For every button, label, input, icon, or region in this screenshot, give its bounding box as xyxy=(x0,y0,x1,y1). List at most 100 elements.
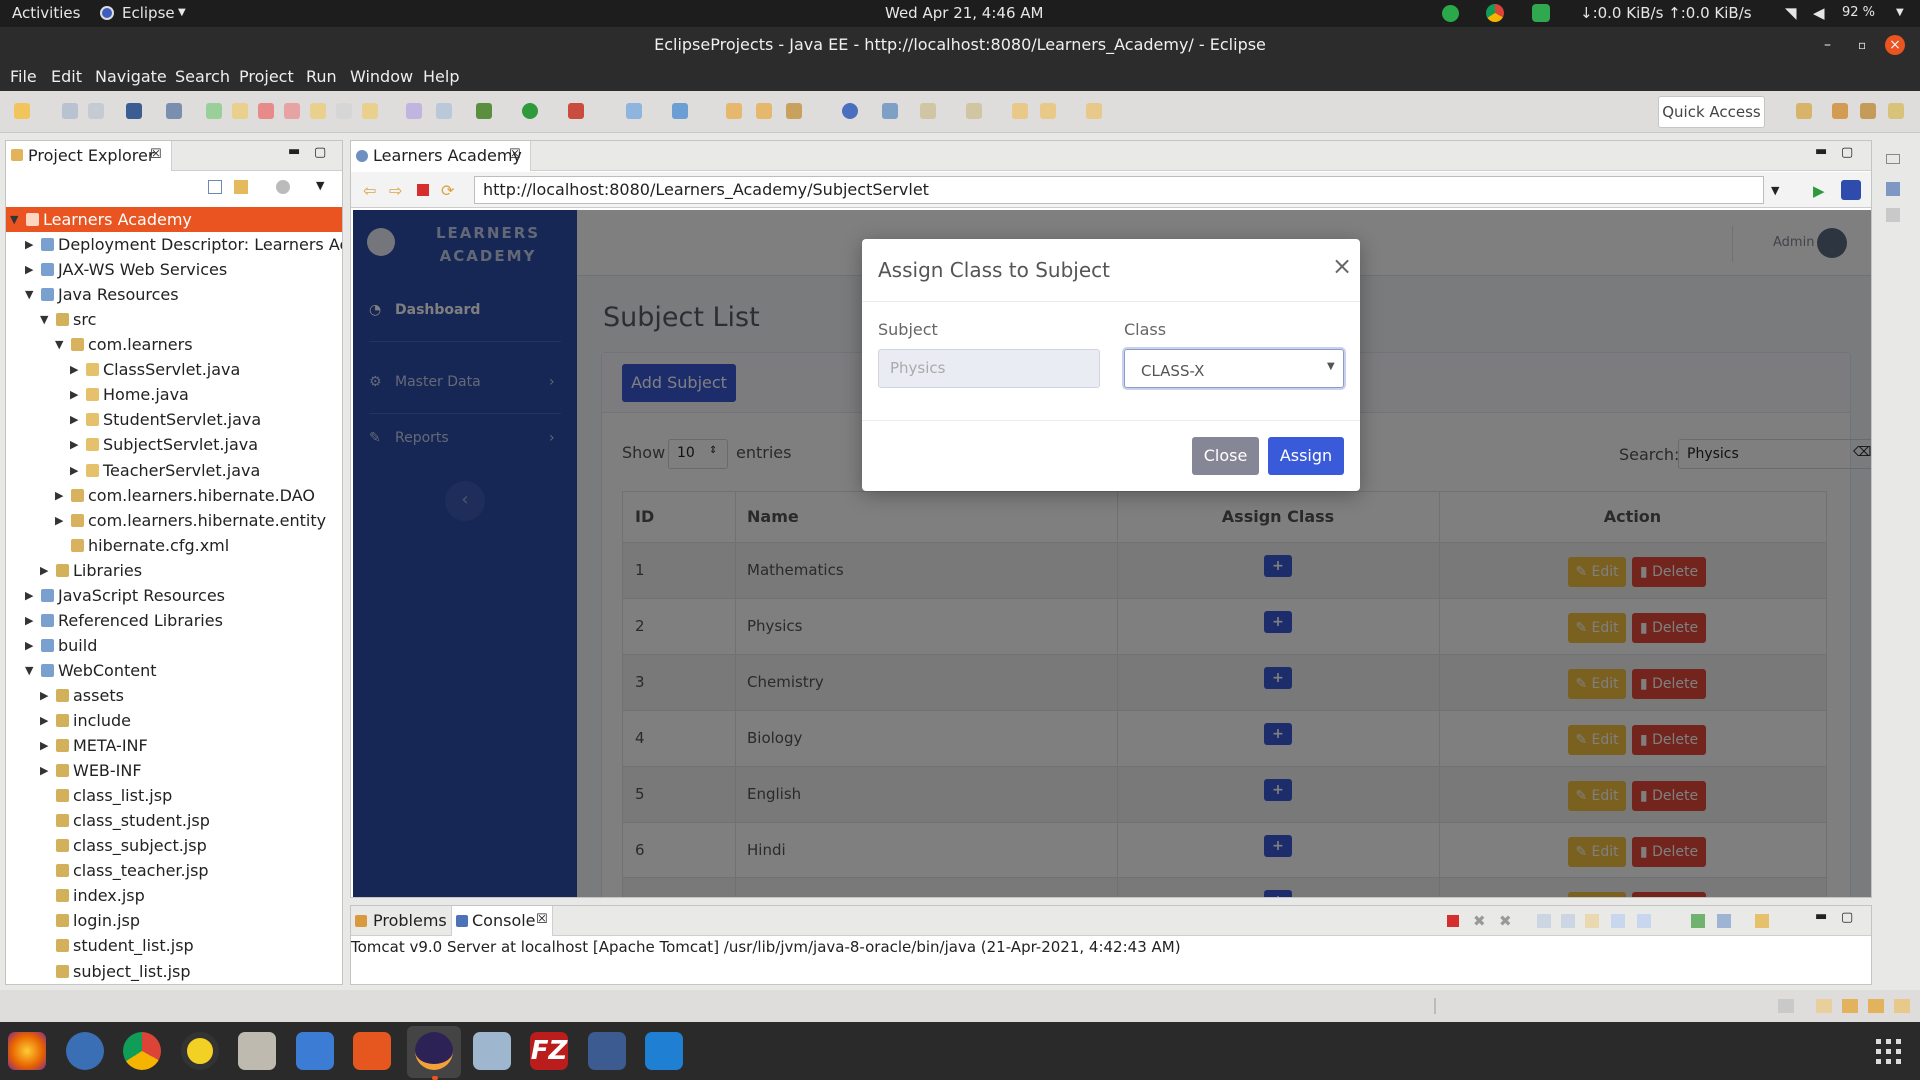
restore-icon[interactable] xyxy=(1886,154,1900,164)
minimize-icon[interactable]: ▬ xyxy=(288,144,300,159)
web-browser-icon[interactable] xyxy=(882,103,898,119)
open-perspective-icon[interactable] xyxy=(1796,103,1812,119)
status-icon[interactable] xyxy=(1894,999,1910,1013)
refresh-icon[interactable]: ⟳ xyxy=(441,181,454,200)
tab-problems[interactable]: Problems xyxy=(373,911,447,930)
collapsed-arrow-icon[interactable]: ▶ xyxy=(40,758,48,783)
chevron-down-icon[interactable]: ▼ xyxy=(1896,7,1904,18)
tree-item[interactable]: ▶ Referenced Libraries xyxy=(6,608,342,633)
terminal-icon[interactable] xyxy=(126,103,142,119)
back-icon[interactable]: ⇦ xyxy=(363,181,376,200)
menu-navigate[interactable]: Navigate xyxy=(95,67,167,86)
network-speed[interactable]: ↓:0.0 KiB/s ↑:0.0 KiB/s xyxy=(1580,4,1752,22)
collapsed-arrow-icon[interactable]: ▶ xyxy=(25,257,33,282)
clear-console-icon[interactable] xyxy=(1537,914,1551,928)
chrome-tray-icon[interactable] xyxy=(1486,4,1504,22)
pin-console-icon[interactable] xyxy=(1691,914,1705,928)
collapsed-arrow-icon[interactable]: ▶ xyxy=(70,432,78,457)
maximize-icon[interactable]: ▢ xyxy=(314,145,326,160)
menu-file[interactable]: File xyxy=(10,67,37,86)
drop-frame-icon[interactable] xyxy=(406,103,422,119)
menu-run[interactable]: Run xyxy=(306,67,337,86)
software-center-icon[interactable] xyxy=(353,1032,391,1070)
save-all-icon[interactable] xyxy=(88,103,104,119)
tree-item[interactable]: ▶ Libraries xyxy=(6,558,342,583)
minimize-icon[interactable]: – xyxy=(1824,27,1831,63)
expanded-arrow-icon[interactable]: ▼ xyxy=(25,282,33,307)
battery-status[interactable]: 92 % xyxy=(1842,5,1875,20)
collapsed-arrow-icon[interactable]: ▶ xyxy=(40,558,48,583)
step-into-icon[interactable] xyxy=(310,103,326,119)
tree-item[interactable]: ▼ WebContent xyxy=(6,658,342,683)
display-console-icon[interactable] xyxy=(1717,914,1731,928)
tree-item[interactable]: ▶ assets xyxy=(6,683,342,708)
tree-item[interactable]: ▶ WEB-INF xyxy=(6,758,342,783)
save-icon[interactable] xyxy=(62,103,78,119)
collapsed-arrow-icon[interactable]: ▶ xyxy=(25,608,33,633)
remove-launch-icon[interactable]: ✖ xyxy=(1473,912,1486,930)
tree-item[interactable]: hibernate.cfg.xml xyxy=(6,533,342,558)
tree-item[interactable]: ▼ com.learners xyxy=(6,332,342,357)
tree-item[interactable]: class_student.jsp xyxy=(6,808,342,833)
expanded-arrow-icon[interactable]: ▼ xyxy=(55,332,63,357)
java-ee-perspective-icon[interactable] xyxy=(1832,103,1848,119)
show-on-error-icon[interactable] xyxy=(1637,914,1651,928)
collapse-all-icon[interactable] xyxy=(208,180,222,194)
suspend-icon[interactable] xyxy=(232,103,248,119)
run-external-tools-icon[interactable] xyxy=(568,103,584,119)
terminate-icon[interactable] xyxy=(258,103,274,119)
step-over-icon[interactable] xyxy=(336,103,352,119)
view-menu-icon[interactable]: ▼ xyxy=(316,179,324,192)
clock[interactable]: Wed Apr 21, 4:46 AM xyxy=(885,4,1043,22)
maximize-icon[interactable]: ▢ xyxy=(1841,910,1853,925)
menu-window[interactable]: Window xyxy=(350,67,413,86)
debug-icon[interactable] xyxy=(476,103,492,119)
scroll-lock-icon[interactable] xyxy=(1561,914,1575,928)
word-wrap-icon[interactable] xyxy=(1585,914,1599,928)
tree-item[interactable]: ▶ ClassServlet.java xyxy=(6,357,342,382)
tree-item[interactable]: ▶ SubjectServlet.java xyxy=(6,432,342,457)
next-annotation-icon[interactable] xyxy=(920,103,936,119)
expanded-arrow-icon[interactable]: ▼ xyxy=(40,307,48,332)
collapsed-arrow-icon[interactable]: ▶ xyxy=(25,633,33,658)
go-icon[interactable]: ▶ xyxy=(1813,182,1825,200)
close-icon[interactable]: × xyxy=(1885,35,1905,55)
tree-item[interactable]: ▶ StudentServlet.java xyxy=(6,407,342,432)
collapsed-arrow-icon[interactable]: ▶ xyxy=(40,683,48,708)
tree-item[interactable]: index.jsp xyxy=(6,883,342,908)
check-tray-icon[interactable] xyxy=(1532,4,1550,22)
collapsed-arrow-icon[interactable]: ▶ xyxy=(25,232,33,257)
tree-item[interactable]: ▼ Java Resources xyxy=(6,282,342,307)
rhythmbox-icon[interactable] xyxy=(181,1032,219,1070)
new-icon[interactable] xyxy=(14,103,30,119)
eclipse-icon[interactable] xyxy=(415,1032,453,1070)
tree-item[interactable]: ▶ TeacherServlet.java xyxy=(6,458,342,483)
tree-item[interactable]: login.jsp xyxy=(6,908,342,933)
tab-console[interactable]: Console ☒ xyxy=(451,906,553,936)
assign-button[interactable]: Assign xyxy=(1268,437,1344,475)
forward-icon[interactable] xyxy=(1086,103,1102,119)
tree-item[interactable]: class_teacher.jsp xyxy=(6,858,342,883)
status-indicator-icon[interactable] xyxy=(1442,5,1459,22)
tree-item[interactable]: ▶ JavaScript Resources xyxy=(6,583,342,608)
open-type-icon[interactable] xyxy=(726,103,742,119)
quick-access-field[interactable]: Quick Access xyxy=(1658,96,1765,128)
vscode-icon[interactable] xyxy=(645,1032,683,1070)
terminate-icon[interactable] xyxy=(1447,915,1459,927)
activities-button[interactable]: Activities xyxy=(12,4,80,22)
expanded-arrow-icon[interactable]: ▼ xyxy=(10,207,18,232)
forward-icon[interactable]: ⇨ xyxy=(389,181,402,200)
collapsed-arrow-icon[interactable]: ▶ xyxy=(25,583,33,608)
outline-icon[interactable] xyxy=(1886,182,1900,196)
modal-close-icon[interactable]: × xyxy=(1332,252,1352,280)
maximize-icon[interactable]: ▢ xyxy=(1841,145,1853,160)
tree-item[interactable]: ▶ include xyxy=(6,708,342,733)
collapsed-arrow-icon[interactable]: ▶ xyxy=(70,382,78,407)
writer-icon[interactable] xyxy=(296,1032,334,1070)
collapsed-arrow-icon[interactable]: ▶ xyxy=(70,407,78,432)
filezilla-icon[interactable]: FZ xyxy=(530,1032,568,1070)
menu-search[interactable]: Search xyxy=(175,67,230,86)
skip-breakpoints-icon[interactable] xyxy=(166,103,182,119)
firefox-icon[interactable] xyxy=(8,1032,46,1070)
app-menu[interactable]: Eclipse xyxy=(122,4,175,22)
